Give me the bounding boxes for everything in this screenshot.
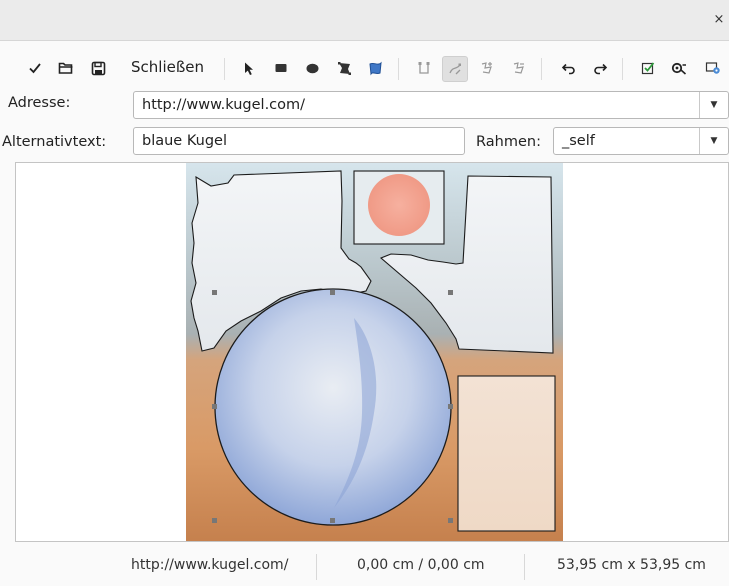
selection-handle[interactable]	[448, 518, 453, 523]
save-icon[interactable]	[87, 57, 109, 79]
hotspot-rect-bottomright[interactable]	[457, 375, 556, 532]
close-icon[interactable]: ×	[711, 12, 727, 28]
selection-handle[interactable]	[448, 290, 453, 295]
alt-text-value: blaue Kugel	[142, 133, 227, 149]
status-separator	[316, 554, 317, 580]
ellipse-icon[interactable]	[301, 57, 323, 79]
select-pointer-icon[interactable]	[238, 57, 260, 79]
edit-points-icon[interactable]	[413, 57, 435, 79]
status-size: 53,95 cm x 53,95 cm	[557, 557, 706, 573]
address-combobox[interactable]: http://www.kugel.com/ ▼	[133, 91, 729, 119]
selection-handle[interactable]	[212, 404, 217, 409]
redo-icon[interactable]	[589, 57, 611, 79]
selection-handle[interactable]	[330, 290, 335, 295]
status-separator	[524, 554, 525, 580]
address-label: Adresse:	[8, 95, 71, 111]
alt-text-label: Alternativtext:	[2, 134, 107, 150]
freeform-polygon-icon[interactable]	[364, 57, 386, 79]
apply-check-icon[interactable]	[24, 57, 46, 79]
properties-icon[interactable]	[702, 57, 724, 79]
insert-points-icon[interactable]	[476, 57, 498, 79]
selection-handle[interactable]	[212, 290, 217, 295]
delete-points-icon[interactable]	[508, 57, 530, 79]
toolbar-separator	[224, 58, 225, 80]
toolbar-separator	[541, 58, 542, 80]
frame-label: Rahmen:	[476, 134, 541, 150]
status-position: 0,00 cm / 0,00 cm	[357, 557, 485, 573]
selection-handle[interactable]	[448, 404, 453, 409]
active-icon[interactable]	[637, 57, 659, 79]
rectangle-icon[interactable]	[270, 57, 292, 79]
undo-icon[interactable]	[557, 57, 579, 79]
chevron-down-icon[interactable]: ▼	[699, 128, 728, 154]
polygon-icon[interactable]	[333, 57, 355, 79]
chevron-down-icon[interactable]: ▼	[699, 92, 728, 118]
sun-disc	[368, 174, 430, 236]
toolbar: Schließen	[0, 48, 729, 88]
close-button[interactable]: Schließen	[131, 58, 204, 76]
open-folder-icon[interactable]	[55, 57, 77, 79]
image-map-svg	[186, 163, 563, 541]
toolbar-separator	[622, 58, 623, 80]
address-value: http://www.kugel.com/	[142, 97, 306, 113]
selection-handle[interactable]	[212, 518, 217, 523]
alt-text-field[interactable]: blaue Kugel	[133, 127, 465, 155]
frame-value: _self	[562, 133, 595, 149]
title-bar: ×	[0, 0, 729, 41]
frame-combobox[interactable]: _self ▼	[553, 127, 729, 155]
selection-handle[interactable]	[330, 518, 335, 523]
status-bar: http://www.kugel.com/ 0,00 cm / 0,00 cm …	[0, 548, 729, 586]
macro-icon[interactable]	[668, 57, 690, 79]
hotspot-sphere[interactable]	[214, 288, 452, 526]
move-points-icon[interactable]	[442, 56, 468, 82]
image-map-canvas[interactable]	[15, 162, 729, 542]
toolbar-separator	[398, 58, 399, 80]
status-url: http://www.kugel.com/	[131, 557, 289, 573]
